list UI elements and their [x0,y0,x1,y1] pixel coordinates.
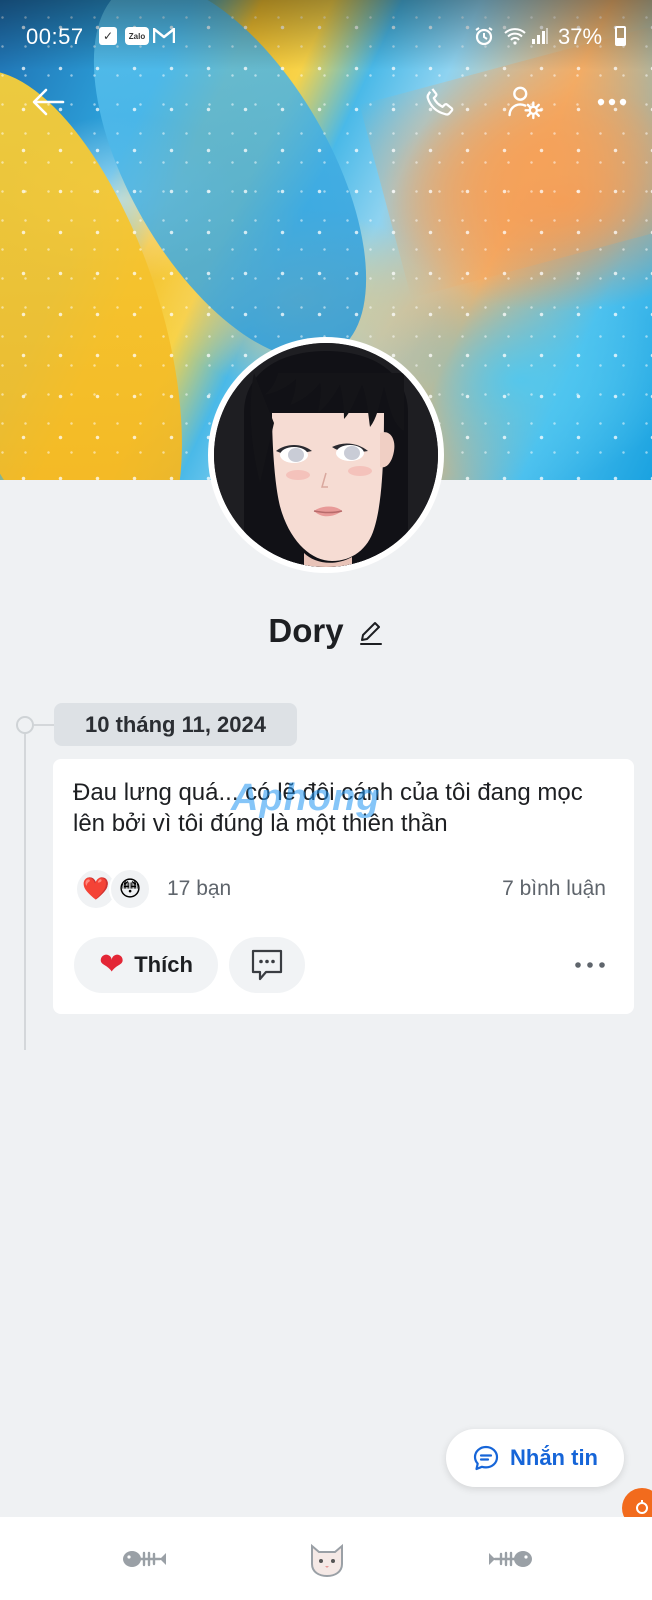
back-button[interactable] [26,80,70,124]
post-date: 10 tháng 11, 2024 [54,703,297,746]
pencil-icon [359,622,382,645]
check-icon: ✓ [99,27,117,45]
battery-percent: 37% [558,24,603,49]
fish-bone-icon [489,1551,532,1567]
more-icon [597,98,627,106]
comment-button[interactable] [229,937,305,993]
post-more-button[interactable] [570,951,610,979]
chat-bubble-icon [473,1445,499,1471]
watermark: Aphong [231,777,381,819]
alarm-icon [473,27,495,46]
bottom-nav-center[interactable] [302,1537,352,1581]
status-bar: 00:57 ✓ Zalo 37% [0,0,652,70]
bottom-nav-right[interactable] [485,1537,535,1581]
reaction-count: 17 bạn [167,877,232,900]
avatar[interactable] [208,337,444,573]
send-message-button[interactable]: Nhắn tin [446,1429,624,1487]
profile-name: Dory [268,612,344,649]
avatar-image [214,343,438,567]
wifi-icon [503,27,527,45]
phone-icon [426,88,454,116]
post-card[interactable]: Đau lưng quá... có lẽ đôi cánh của tôi đ… [53,759,634,1014]
zalo-icon: Zalo [125,27,149,45]
more-icon [575,962,605,968]
timeline-dot [16,716,34,734]
comment-count[interactable]: 7 bình luận [502,877,606,901]
battery-icon [615,26,626,46]
timeline-line [24,720,26,1050]
like-button[interactable]: ❤ Thích [74,937,218,993]
comment-icon [251,949,283,981]
send-message-label: Nhắn tin [510,1445,598,1470]
status-time: 00:57 [26,24,84,49]
link-icon [636,1500,648,1514]
edit-name-button[interactable] [358,620,384,646]
bottom-navigation [0,1517,652,1600]
fish-bone-icon [123,1551,166,1567]
bottom-nav-left[interactable] [120,1537,170,1581]
gmail-icon [152,27,176,45]
reaction-summary[interactable]: ❤️ 😳 17 bạn [75,867,231,911]
like-label: Thích [134,952,193,977]
more-options-button[interactable] [590,80,634,124]
heart-icon: ❤ [99,948,125,981]
cat-icon [311,1543,343,1578]
timeline-connector [34,724,54,726]
back-arrow-icon [32,88,65,116]
user-settings-icon [508,86,543,120]
signal-icon [531,27,549,45]
surprised-reaction-icon: 😳 [109,868,151,910]
profile-settings-button[interactable] [503,80,547,124]
profile-name-row: Dory [0,612,652,650]
call-button[interactable] [418,80,462,124]
